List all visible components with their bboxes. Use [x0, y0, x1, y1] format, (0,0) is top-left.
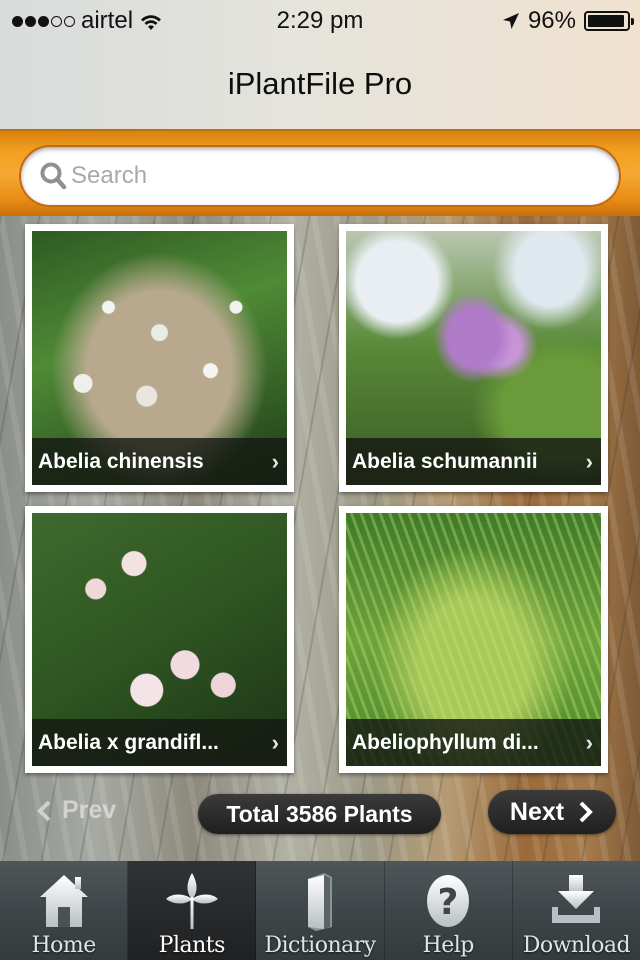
- search-bar: [0, 129, 640, 216]
- search-icon: [40, 162, 67, 190]
- navigation-header: airtel 2:29 pm 96% iPlantFile Pro: [0, 0, 640, 130]
- plant-photo: Abeliophyllum di... ›: [346, 513, 601, 766]
- search-field[interactable]: [21, 147, 619, 205]
- next-button[interactable]: Next: [488, 790, 616, 834]
- svg-text:?: ?: [438, 882, 459, 923]
- search-input[interactable]: [71, 162, 591, 190]
- page-title: iPlantFile Pro: [227, 66, 413, 101]
- chevron-left-icon: [37, 800, 51, 821]
- tab-label: Dictionary: [264, 933, 376, 958]
- plant-card[interactable]: Abelia chinensis ›: [25, 224, 294, 492]
- plant-card[interactable]: Abelia x grandifl... ›: [25, 506, 294, 773]
- tab-label: Download: [522, 933, 631, 958]
- tab-plants[interactable]: Plants: [128, 861, 257, 960]
- plant-grid: Abelia chinensis › Abelia schumannii › A…: [0, 216, 640, 861]
- plant-name: Abeliophyllum di...: [352, 730, 539, 754]
- book-icon: [308, 873, 332, 931]
- plant-card[interactable]: Abeliophyllum di... ›: [339, 506, 608, 773]
- plant-caption: Abelia x grandifl... ›: [32, 719, 287, 766]
- tab-label: Help: [422, 933, 475, 958]
- plant-caption: Abelia chinensis ›: [32, 438, 287, 485]
- tab-bar: Home Plants Dictionary ? Help Download: [0, 861, 640, 960]
- tab-dictionary[interactable]: Dictionary: [256, 861, 385, 960]
- plant-name: Abelia x grandifl...: [38, 730, 219, 754]
- chevron-right-icon: ›: [585, 729, 593, 755]
- battery-percent: 96%: [527, 7, 576, 34]
- plant-caption: Abelia schumannii ›: [346, 438, 601, 485]
- battery-icon: [584, 11, 634, 31]
- plant-sprout-icon: [165, 873, 218, 929]
- download-icon: [552, 875, 601, 923]
- tab-help[interactable]: ? Help: [385, 861, 513, 960]
- plant-caption: Abeliophyllum di... ›: [346, 719, 601, 766]
- plant-photo: Abelia schumannii ›: [346, 231, 601, 485]
- prev-button[interactable]: Prev: [36, 796, 116, 825]
- next-label: Next: [509, 797, 565, 826]
- plant-name: Abelia schumannii: [352, 449, 538, 473]
- location-arrow-icon: [502, 13, 519, 29]
- chevron-right-icon: ›: [271, 729, 279, 755]
- chevron-right-icon: ›: [585, 448, 593, 474]
- total-plants-badge: Total 3586 Plants: [198, 794, 441, 834]
- status-bar: airtel 2:29 pm 96%: [0, 0, 640, 42]
- tab-download[interactable]: Download: [513, 861, 640, 960]
- plant-card[interactable]: Abelia schumannii ›: [339, 224, 608, 492]
- chevron-right-icon: [579, 801, 593, 823]
- tab-label: Home: [31, 933, 96, 958]
- tab-home[interactable]: Home: [0, 861, 129, 960]
- plant-photo: Abelia x grandifl... ›: [32, 513, 287, 766]
- prev-label: Prev: [62, 796, 117, 824]
- help-question-icon: ?: [427, 875, 470, 927]
- plant-name: Abelia chinensis: [38, 449, 204, 473]
- chevron-right-icon: ›: [271, 448, 279, 474]
- plant-photo: Abelia chinensis ›: [32, 231, 287, 485]
- tab-label: Plants: [158, 933, 226, 958]
- home-icon: [39, 875, 88, 927]
